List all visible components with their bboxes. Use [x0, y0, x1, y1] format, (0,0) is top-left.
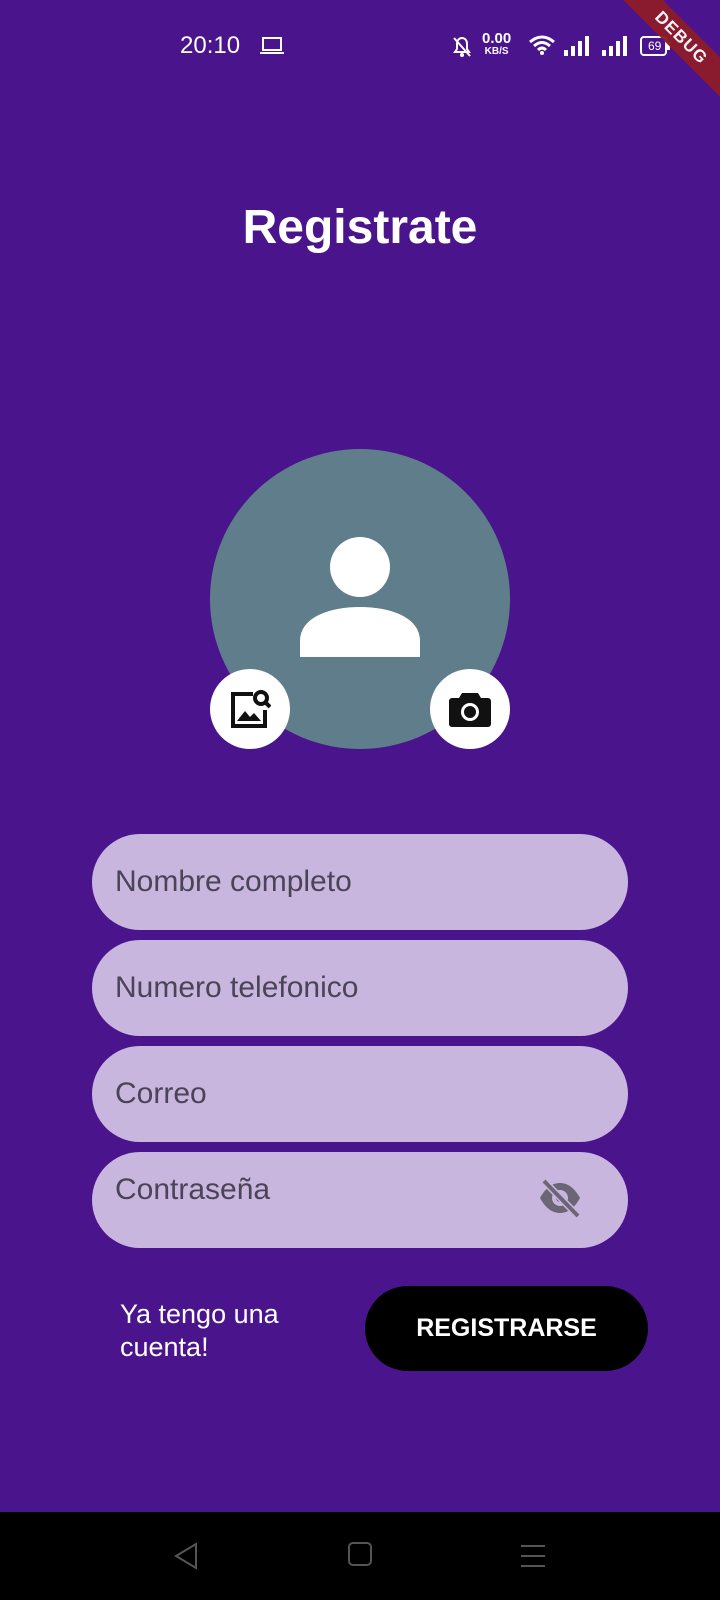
password-field[interactable]: [92, 1152, 628, 1248]
home-icon[interactable]: [348, 1542, 372, 1566]
full-name-input[interactable]: [113, 864, 537, 900]
status-time: 20:10: [180, 32, 241, 59]
bell-off-icon: [453, 36, 471, 57]
person-icon: [300, 537, 420, 657]
image-search-icon: [231, 690, 271, 728]
camera-button[interactable]: [430, 669, 510, 749]
email-field[interactable]: [92, 1046, 628, 1142]
full-name-field[interactable]: [92, 834, 628, 930]
page-title: Registrate: [242, 201, 478, 254]
wifi-icon: [529, 35, 555, 55]
eye-off-icon[interactable]: [538, 1178, 582, 1218]
signal-icon: [564, 36, 589, 56]
camera-icon: [449, 693, 491, 727]
battery-level: 69: [648, 39, 662, 53]
net-speed: 0.00 KB/S: [482, 31, 511, 57]
net-speed-unit: KB/S: [484, 46, 509, 57]
laptop-icon: [260, 37, 284, 54]
email-input[interactable]: [113, 1076, 537, 1112]
password-input[interactable]: [113, 1172, 537, 1208]
menu-icon[interactable]: [520, 1544, 546, 1568]
back-icon[interactable]: [172, 1542, 200, 1570]
phone-input[interactable]: [113, 970, 537, 1006]
login-link[interactable]: Ya tengo una cuenta!: [120, 1298, 320, 1364]
gallery-button[interactable]: [210, 669, 290, 749]
status-bar: 20:10 0.00 KB/S 69: [0, 0, 720, 90]
nav-bar: [0, 1512, 720, 1600]
net-speed-value: 0.00: [482, 30, 512, 47]
phone-field[interactable]: [92, 940, 628, 1036]
signal-icon: [602, 36, 627, 56]
register-button[interactable]: REGISTRARSE: [365, 1286, 648, 1371]
